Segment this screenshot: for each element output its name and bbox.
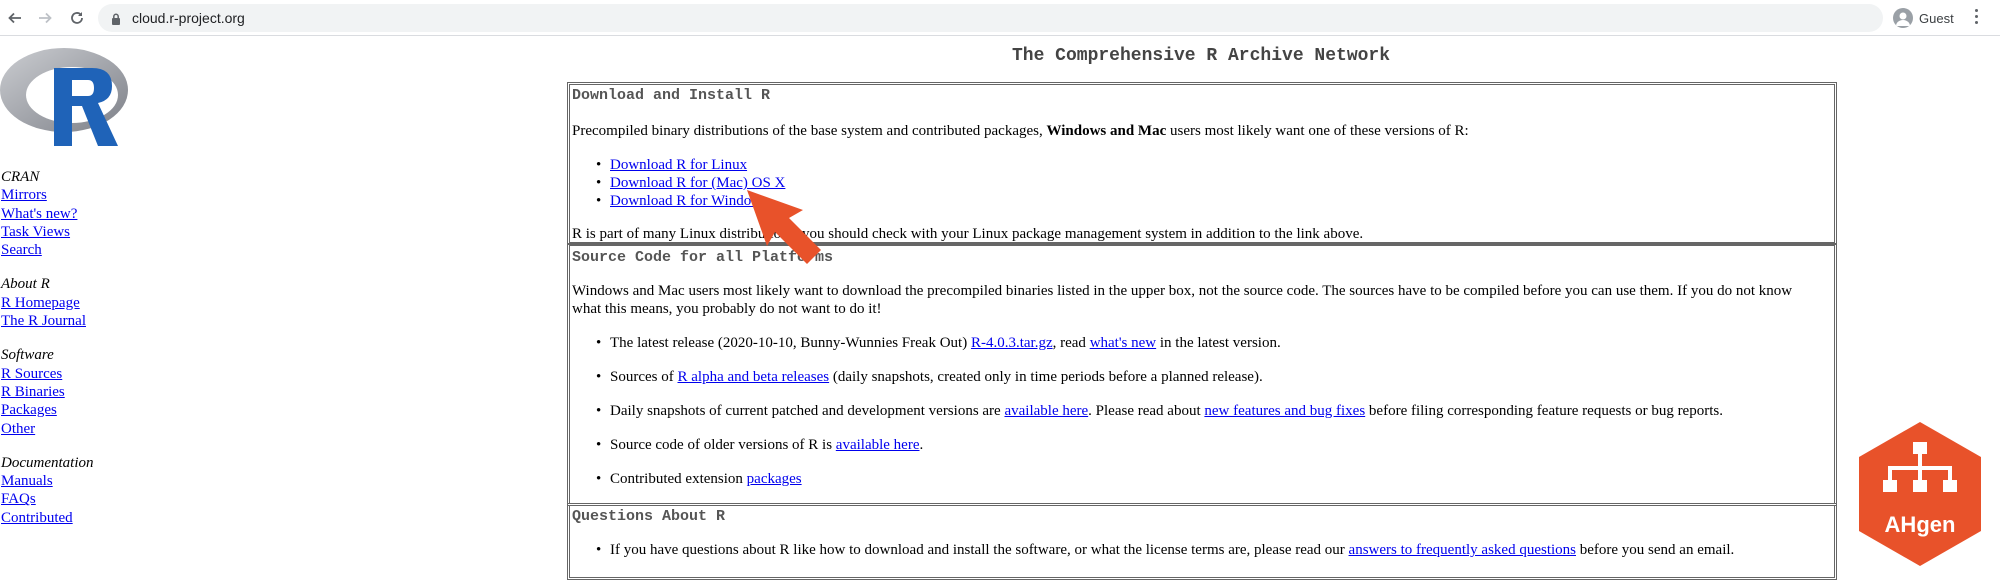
snapshots-link[interactable]: available here: [1004, 403, 1088, 419]
sidebar-link-other[interactable]: Other: [1, 420, 93, 438]
lock-icon: [111, 12, 121, 30]
sidebar-link-r-homepage[interactable]: R Homepage: [1, 294, 93, 312]
sidebar-heading: About R: [1, 276, 50, 293]
list-item: Sources of R alpha and beta releases (da…: [596, 368, 1814, 386]
faq-link[interactable]: answers to frequently asked questions: [1349, 542, 1576, 558]
item-text: If you have questions about R like how t…: [610, 542, 1349, 558]
latest-release-link[interactable]: R-4.0.3.tar.gz: [971, 335, 1053, 351]
sidebar-group-software: Software R Sources R Binaries Packages O…: [1, 346, 93, 437]
sidebar-heading: CRAN: [1, 169, 40, 185]
sidebar-link-task-views[interactable]: Task Views: [1, 223, 93, 241]
sidebar-link-r-sources[interactable]: R Sources: [1, 365, 93, 383]
address-bar[interactable]: cloud.r-project.org: [98, 4, 1883, 32]
item-text: Source code of older versions of R is: [610, 437, 836, 453]
sidebar-link-faqs[interactable]: FAQs: [1, 490, 93, 508]
menu-icon[interactable]: [1975, 9, 1979, 27]
new-features-link[interactable]: new features and bug fixes: [1204, 403, 1365, 419]
download-linux-link[interactable]: Download R for Linux: [610, 157, 747, 173]
item-text: Daily snapshots of current patched and d…: [610, 403, 1005, 419]
source-intro: Windows and Mac users most likely want t…: [572, 283, 1793, 317]
download-intro: Precompiled binary distributions of the …: [572, 122, 1814, 140]
badge-text: AHgen: [1885, 512, 1956, 537]
pointer-arrow-icon: [745, 188, 825, 273]
sidebar-link-whats-new[interactable]: What's new?: [1, 205, 93, 223]
item-text: Contributed extension: [610, 471, 747, 487]
item-text: (daily snapshots, created only in time p…: [829, 369, 1263, 385]
download-intro-text-end: users most likely want one of these vers…: [1166, 123, 1469, 139]
sidebar-heading: Documentation: [1, 454, 94, 471]
list-item: Contributed extension packages: [596, 470, 1814, 488]
url-text: cloud.r-project.org: [132, 10, 245, 26]
profile-name: Guest: [1919, 10, 1954, 26]
r-logo[interactable]: [0, 46, 132, 155]
download-intro-text: Precompiled binary distributions of the …: [572, 123, 1047, 139]
download-heading: Download and Install R: [572, 87, 771, 104]
sidebar-heading: Software: [1, 347, 54, 364]
item-text: The latest release (2020-10-10, Bunny-Wu…: [610, 335, 971, 351]
questions-box: Questions About R If you have questions …: [567, 503, 1837, 580]
older-versions-link[interactable]: available here: [836, 437, 920, 453]
item-text: Sources of: [610, 369, 678, 385]
item-text: in the latest version.: [1156, 335, 1281, 351]
source-box: Source Code for all Platforms Windows an…: [567, 243, 1837, 506]
sidebar-link-contributed[interactable]: Contributed: [1, 509, 93, 527]
list-item: If you have questions about R like how t…: [596, 541, 1814, 559]
profile-button[interactable]: Guest: [1893, 6, 1954, 30]
whats-new-link[interactable]: what's new: [1090, 335, 1156, 351]
browser-toolbar: cloud.r-project.org Guest: [0, 0, 2000, 36]
item-text: , read: [1052, 335, 1090, 351]
sidebar-link-packages[interactable]: Packages: [1, 401, 93, 419]
alpha-beta-link[interactable]: R alpha and beta releases: [678, 369, 830, 385]
sidebar: CRAN Mirrors What's new? Task Views Sear…: [1, 168, 93, 543]
back-arrow-icon[interactable]: [3, 6, 27, 30]
sidebar-group-documentation: Documentation Manuals FAQs Contributed: [1, 454, 93, 527]
packages-link[interactable]: packages: [747, 471, 802, 487]
questions-heading: Questions About R: [572, 508, 726, 525]
sidebar-link-search[interactable]: Search: [1, 241, 93, 259]
sidebar-group-about: About R R Homepage The R Journal: [1, 275, 93, 330]
list-item: Daily snapshots of current patched and d…: [596, 402, 1814, 420]
sidebar-link-r-binaries[interactable]: R Binaries: [1, 383, 93, 401]
item-text: .: [919, 437, 924, 453]
profile-icon: [1893, 8, 1913, 28]
item-text: before filing corresponding feature requ…: [1365, 403, 1723, 419]
sidebar-link-r-journal[interactable]: The R Journal: [1, 312, 93, 330]
list-item: The latest release (2020-10-10, Bunny-Wu…: [596, 334, 1814, 352]
download-intro-bold: Windows and Mac: [1046, 123, 1167, 139]
list-item: Download R for Linux: [596, 156, 1814, 174]
forward-arrow-icon[interactable]: [33, 6, 57, 30]
item-text: before you send an email.: [1576, 542, 1735, 558]
sidebar-link-mirrors[interactable]: Mirrors: [1, 186, 93, 204]
page-title: The Comprehensive R Archive Network: [1011, 46, 1391, 66]
item-text: . Please read about: [1088, 403, 1205, 419]
sidebar-group-cran: CRAN Mirrors What's new? Task Views Sear…: [1, 168, 93, 259]
ahgen-badge: AHgen: [1855, 420, 1985, 575]
reload-icon[interactable]: [65, 6, 89, 30]
list-item: Source code of older versions of R is av…: [596, 436, 1814, 454]
sidebar-link-manuals[interactable]: Manuals: [1, 472, 93, 490]
